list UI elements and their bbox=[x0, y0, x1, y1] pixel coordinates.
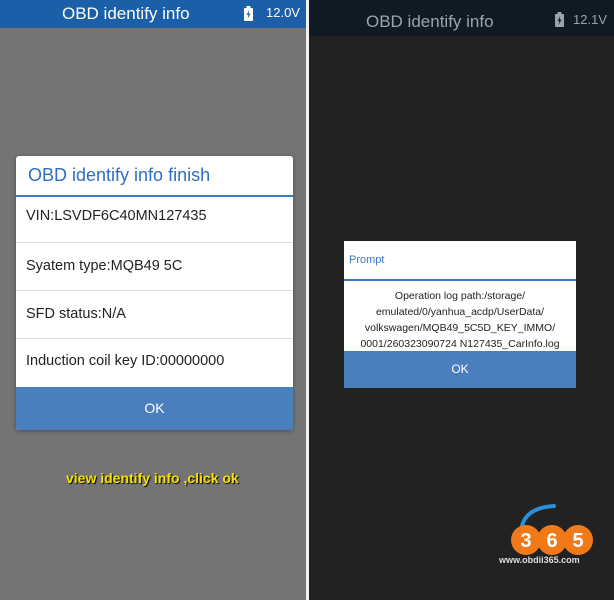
header-bar: OBD identify info 12.0V bbox=[0, 0, 306, 28]
right-screen: OBD identify info 12.1V Prompt Operation… bbox=[309, 0, 614, 600]
instruction-caption: view identify info ,click ok bbox=[66, 470, 239, 486]
dialog-title: OBD identify info finish bbox=[28, 165, 211, 185]
row-divider bbox=[16, 242, 293, 243]
header-bar: OBD identify info 12.1V bbox=[309, 0, 614, 36]
watermark-url: www.obdii365.com bbox=[499, 555, 580, 565]
title-divider bbox=[16, 195, 293, 197]
svg-text:5: 5 bbox=[572, 530, 583, 552]
title-divider bbox=[344, 279, 576, 281]
message-line: 0001/260323090724 N127435_CarInfo.log bbox=[360, 338, 560, 350]
identify-info-dialog: OBD identify info finish VIN:LSVDF6C40MN… bbox=[16, 156, 293, 430]
row-divider bbox=[16, 338, 293, 339]
ok-button[interactable]: OK bbox=[344, 351, 576, 388]
sfd-status-row: SFD status:N/A bbox=[26, 306, 126, 322]
message-line: emulated/0/yanhua_acdp/UserData/ bbox=[375, 306, 545, 318]
svg-text:3: 3 bbox=[520, 530, 531, 552]
header-title: OBD identify info bbox=[366, 12, 494, 31]
row-divider bbox=[16, 290, 293, 291]
header-title: OBD identify info bbox=[62, 4, 190, 23]
voltage-readout: 12.0V bbox=[266, 5, 300, 20]
prompt-message: Operation log path:/storage/ emulated/0/… bbox=[348, 288, 572, 352]
message-line: Operation log path:/storage/ bbox=[394, 290, 526, 302]
battery-charging-icon bbox=[555, 12, 564, 27]
system-type-row: Syatem type:MQB49 5C bbox=[26, 258, 183, 274]
prompt-title: Prompt bbox=[349, 254, 385, 266]
battery-charging-icon bbox=[244, 6, 253, 21]
vin-row: VIN:LSVDF6C40MN127435 bbox=[26, 208, 207, 224]
coil-key-id-row: Induction coil key ID:00000000 bbox=[26, 353, 225, 369]
ok-button[interactable]: OK bbox=[16, 387, 293, 430]
svg-text:6: 6 bbox=[546, 530, 557, 552]
voltage-readout: 12.1V bbox=[573, 12, 607, 27]
prompt-dialog: Prompt Operation log path:/storage/ emul… bbox=[344, 241, 576, 388]
left-screen: OBD identify info 12.0V OBD identify inf… bbox=[0, 0, 306, 600]
message-line: volkswagen/MQB49_5C5D_KEY_IMMO/ bbox=[364, 322, 556, 334]
